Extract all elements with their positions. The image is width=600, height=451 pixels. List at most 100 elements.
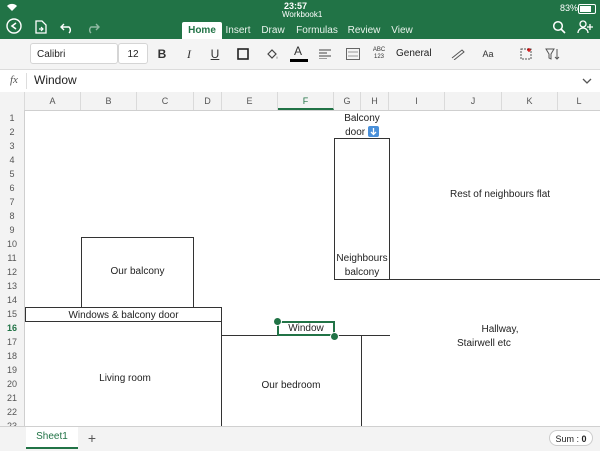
row-header[interactable]: 12 bbox=[0, 265, 24, 279]
row-header[interactable]: 10 bbox=[0, 237, 24, 251]
sort-filter-icon[interactable] bbox=[544, 44, 562, 64]
column-header-h[interactable]: H bbox=[361, 92, 389, 110]
column-header-e[interactable]: E bbox=[222, 92, 278, 110]
cell-windows-balcony-door[interactable]: Windows & balcony door bbox=[25, 309, 222, 322]
align-icon[interactable] bbox=[318, 44, 332, 64]
row-header[interactable]: 23 bbox=[0, 419, 24, 426]
sheet-tab-bar: Sheet1 + Sum : 0 bbox=[0, 426, 600, 451]
row-header[interactable]: 11 bbox=[0, 251, 24, 265]
font-color-swatch bbox=[290, 59, 308, 62]
cell-rest-of-neighbours-flat[interactable]: Rest of neighbours flat bbox=[425, 188, 575, 201]
column-header-g[interactable]: G bbox=[334, 92, 361, 110]
row-header[interactable]: 15 bbox=[0, 307, 24, 321]
tab-review[interactable]: Review bbox=[345, 22, 383, 39]
column-header-l[interactable]: L bbox=[558, 92, 600, 110]
down-arrow-icon bbox=[367, 126, 379, 137]
row-header[interactable]: 13 bbox=[0, 279, 24, 293]
workbook-title: Workbook1 bbox=[282, 10, 323, 19]
row-header[interactable]: 1 bbox=[0, 111, 24, 125]
cell-style-icon[interactable] bbox=[450, 44, 466, 64]
insert-cells-icon[interactable] bbox=[518, 44, 534, 64]
cell-styles-button[interactable]: Aa bbox=[478, 44, 498, 64]
bedroom-right-wall bbox=[361, 335, 362, 426]
row-header[interactable]: 4 bbox=[0, 153, 24, 167]
row-headers: 1 2 3 4 5 6 7 8 9 10 11 12 13 14 15 16 1… bbox=[0, 110, 25, 426]
row-header-selected[interactable]: 16 bbox=[0, 321, 24, 335]
tab-formulas[interactable]: Formulas bbox=[295, 22, 339, 39]
cell-balcony-door[interactable]: Balcony door bbox=[334, 112, 390, 139]
row-header[interactable]: 20 bbox=[0, 377, 24, 391]
column-header-k[interactable]: K bbox=[502, 92, 558, 110]
tab-insert[interactable]: Insert bbox=[222, 22, 254, 39]
row-header[interactable]: 5 bbox=[0, 167, 24, 181]
redo-icon[interactable] bbox=[86, 20, 100, 38]
font-color-glyph: A bbox=[294, 44, 303, 58]
sum-value: 0 bbox=[581, 434, 587, 444]
column-header-d[interactable]: D bbox=[194, 92, 222, 110]
tab-home[interactable]: Home bbox=[182, 22, 222, 39]
search-icon[interactable] bbox=[552, 20, 566, 38]
formula-bar: fx Window bbox=[0, 70, 600, 93]
cell-our-bedroom[interactable]: Our bedroom bbox=[235, 379, 347, 392]
cell-hallway[interactable]: Hallway, Stairwell etc bbox=[445, 323, 555, 350]
font-color-button[interactable]: A bbox=[290, 44, 308, 64]
abc-label: ABC bbox=[372, 47, 386, 53]
cell-our-balcony[interactable]: Our balcony bbox=[81, 265, 194, 278]
chevron-down-icon[interactable] bbox=[582, 73, 592, 91]
column-header-c[interactable]: C bbox=[137, 92, 194, 110]
add-person-icon[interactable] bbox=[577, 20, 594, 38]
balcony-door-text-line2: door bbox=[334, 126, 390, 139]
cell-neighbours-balcony[interactable]: Neighbours balcony bbox=[330, 252, 394, 279]
neighbours-flat-border bbox=[389, 279, 600, 280]
font-size-field[interactable]: 12 bbox=[118, 43, 148, 64]
back-icon[interactable] bbox=[6, 18, 22, 38]
digits-label: 123 bbox=[373, 54, 384, 60]
neighbours-balcony-line1: Neighbours bbox=[336, 253, 388, 264]
battery-percent: 83% bbox=[560, 3, 579, 13]
bold-button[interactable]: B bbox=[154, 44, 170, 64]
font-name-field[interactable]: Calibri bbox=[30, 43, 118, 64]
column-header-j[interactable]: J bbox=[445, 92, 502, 110]
file-icon[interactable] bbox=[34, 20, 48, 38]
column-header-i[interactable]: I bbox=[389, 92, 445, 110]
column-header-b[interactable]: B bbox=[81, 92, 137, 110]
living-room-wall bbox=[221, 321, 222, 426]
row-header[interactable]: 21 bbox=[0, 391, 24, 405]
cell-living-room[interactable]: Living room bbox=[65, 372, 185, 385]
row-header[interactable]: 6 bbox=[0, 181, 24, 195]
tab-draw[interactable]: Draw bbox=[258, 22, 288, 39]
sheet-tab-sheet1[interactable]: Sheet1 bbox=[26, 427, 78, 449]
fill-color-icon[interactable] bbox=[264, 44, 280, 64]
row-header[interactable]: 17 bbox=[0, 335, 24, 349]
hallway-line1: Hallway, bbox=[481, 324, 519, 335]
add-sheet-button[interactable]: + bbox=[84, 428, 100, 448]
wrap-text-icon[interactable] bbox=[345, 44, 361, 64]
row-header[interactable]: 19 bbox=[0, 363, 24, 377]
row-header[interactable]: 8 bbox=[0, 209, 24, 223]
select-all-corner[interactable] bbox=[0, 92, 25, 110]
status-bar: 23:57 Workbook1 83% bbox=[0, 0, 600, 20]
number-format-icon[interactable]: ABC 123 bbox=[371, 44, 387, 64]
home-toolbar: Calibri 12 B I U A ABC 123 General Aa bbox=[0, 39, 600, 70]
cell-window[interactable]: Window bbox=[277, 322, 335, 335]
row-header[interactable]: 22 bbox=[0, 405, 24, 419]
row-header[interactable]: 14 bbox=[0, 293, 24, 307]
row-header[interactable]: 3 bbox=[0, 139, 24, 153]
italic-button[interactable]: I bbox=[182, 44, 196, 64]
sum-indicator[interactable]: Sum : 0 bbox=[549, 430, 593, 446]
row-header[interactable]: 2 bbox=[0, 125, 24, 139]
row-header[interactable]: 9 bbox=[0, 223, 24, 237]
undo-icon[interactable] bbox=[60, 20, 74, 38]
borders-icon[interactable] bbox=[236, 44, 250, 64]
formula-input[interactable]: Window bbox=[34, 73, 77, 87]
underline-button[interactable]: U bbox=[208, 44, 222, 64]
number-format-field[interactable]: General bbox=[390, 43, 444, 64]
neighbours-balcony-line2: balcony bbox=[344, 267, 380, 278]
column-header-a[interactable]: A bbox=[25, 92, 81, 110]
tab-view[interactable]: View bbox=[388, 22, 416, 39]
sheet-grid[interactable]: Balcony door Rest of neighbours flat Our… bbox=[25, 110, 600, 426]
wifi-icon bbox=[6, 3, 18, 14]
row-header[interactable]: 18 bbox=[0, 349, 24, 363]
column-header-f[interactable]: F bbox=[278, 92, 334, 110]
row-header[interactable]: 7 bbox=[0, 195, 24, 209]
